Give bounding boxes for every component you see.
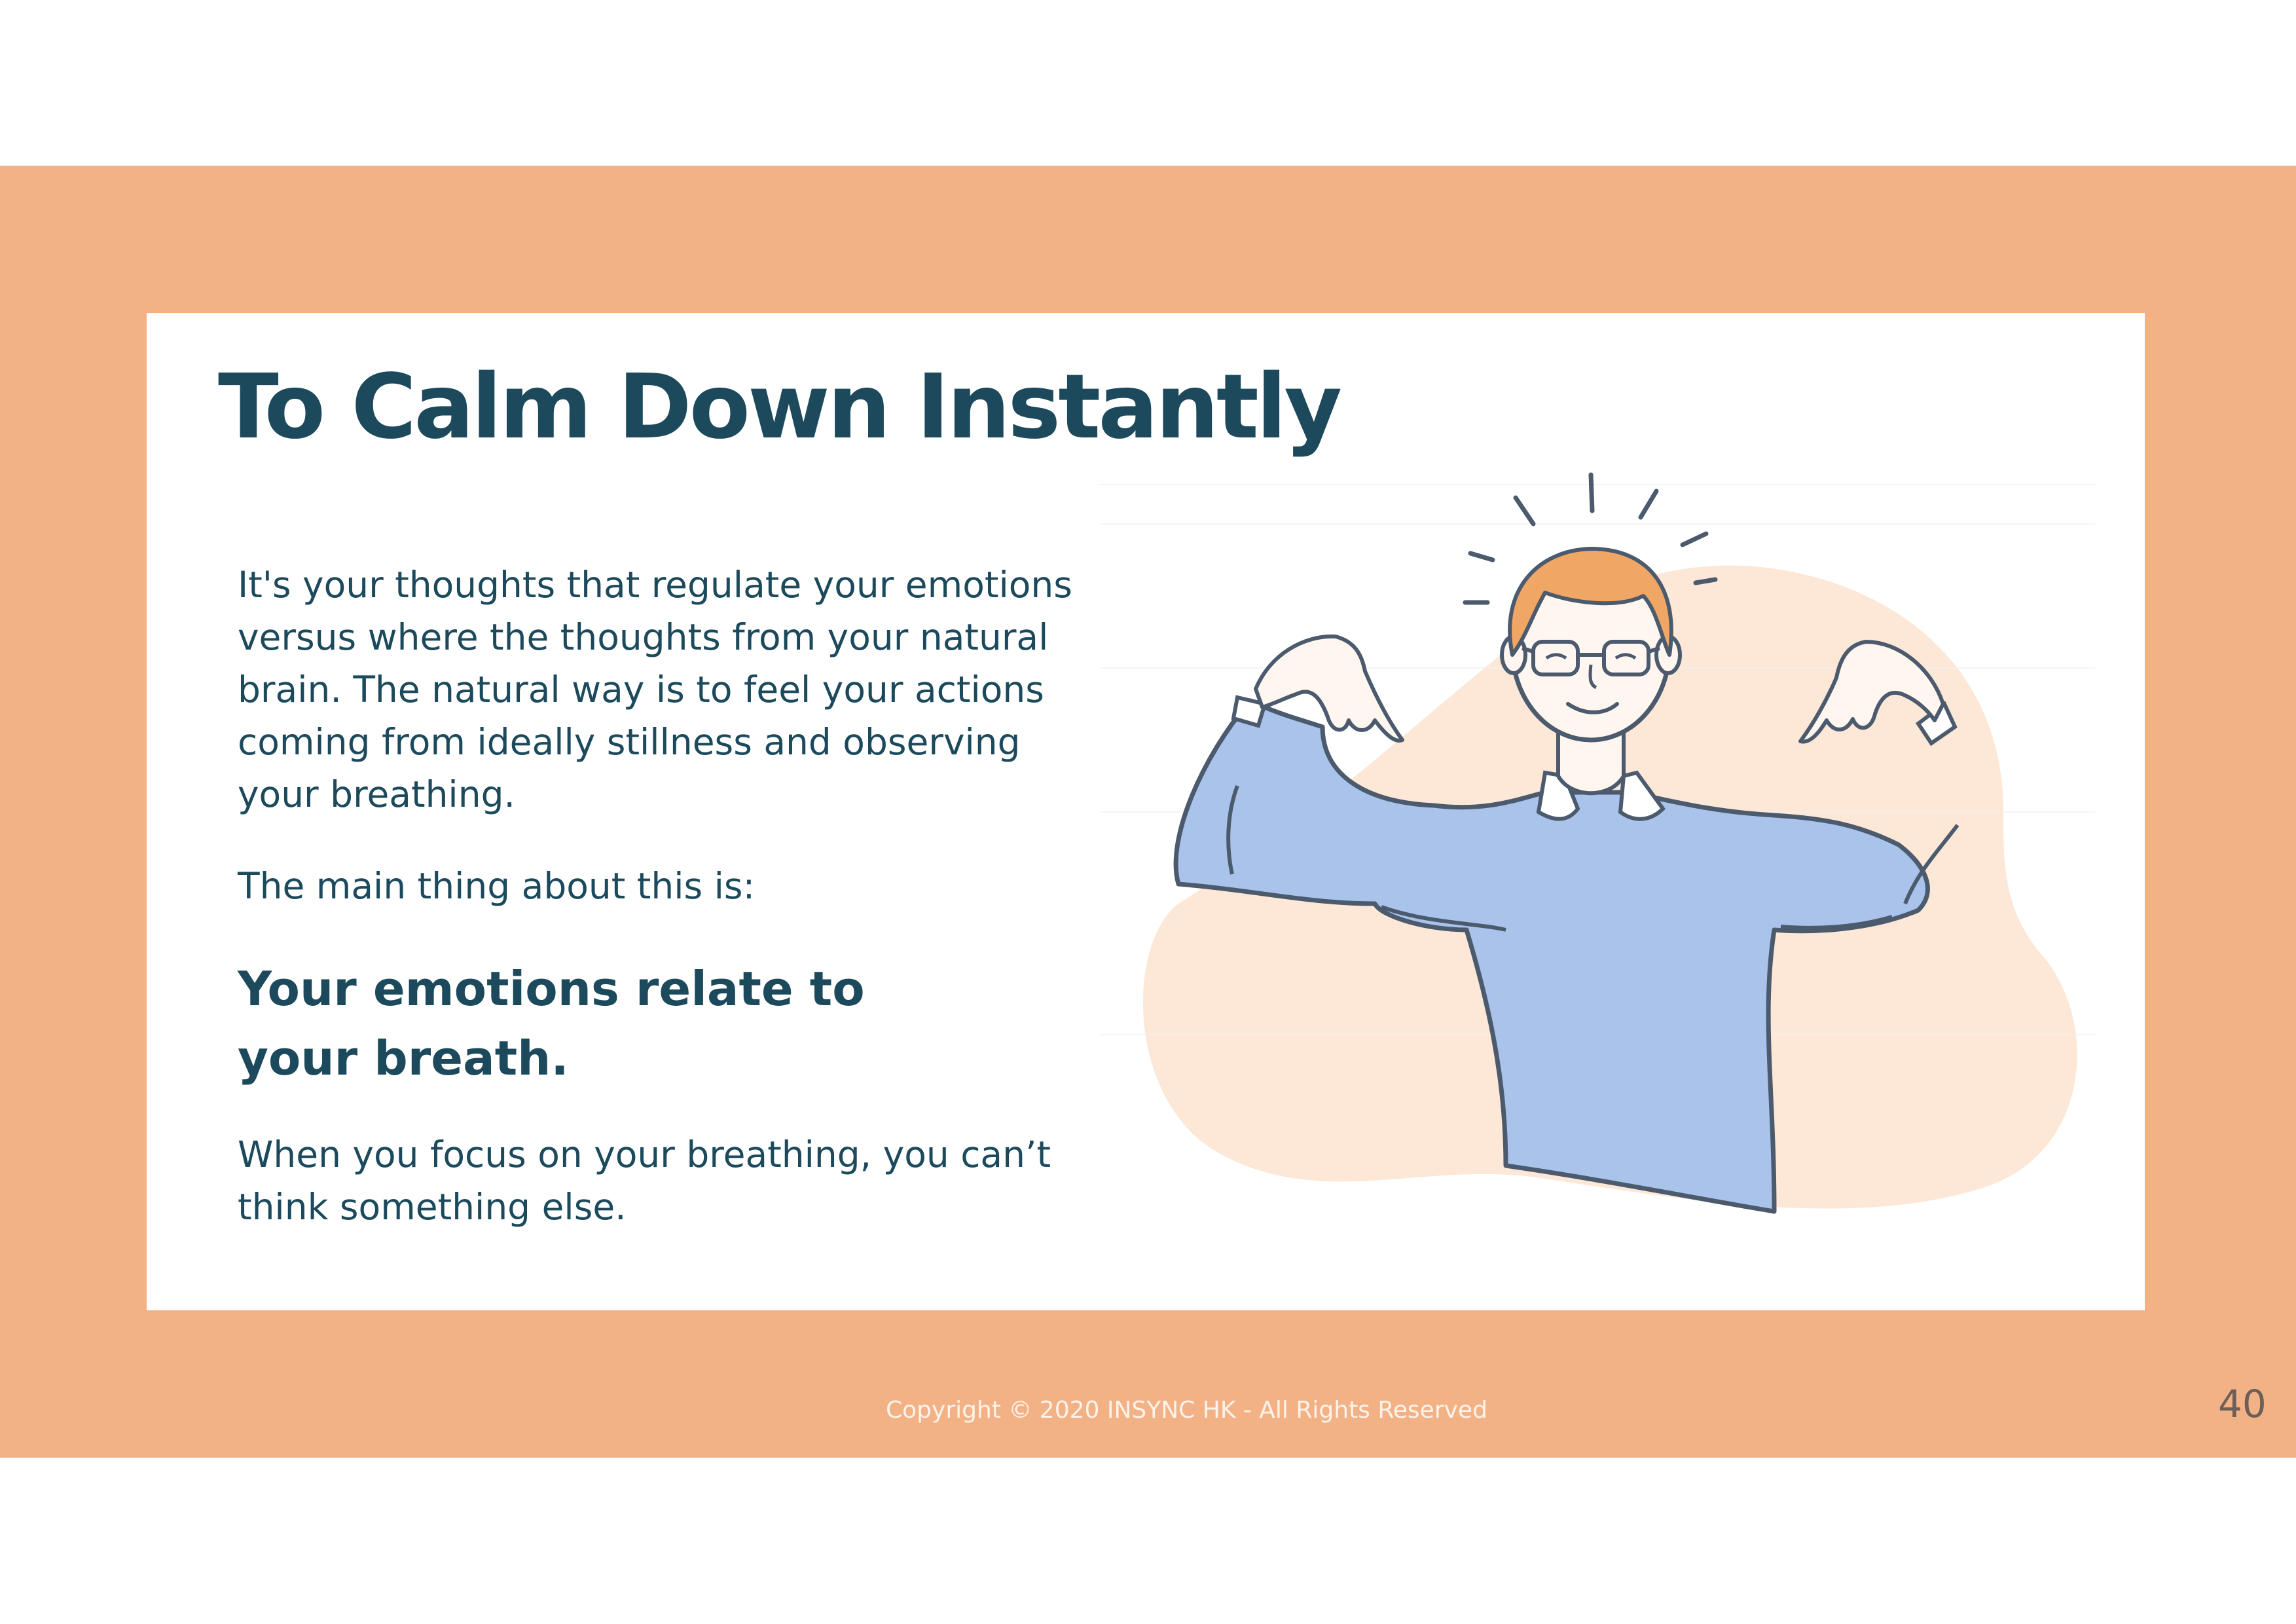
page-number: 40 (2218, 1382, 2267, 1426)
paragraph-thoughts: It's your thoughts that regulate your em… (238, 564, 1072, 815)
paragraph-main-thing: The main thing about this is: (238, 865, 756, 907)
paragraph-focus-breathing: When you focus on your breathing, you ca… (238, 1134, 1051, 1228)
emphasis-statement: Your emotions relate to your breath. (238, 961, 865, 1086)
man-pointing-illustration (1100, 472, 2095, 1214)
slide-title: To Calm Down Instantly (218, 356, 1342, 459)
copyright-footer: Copyright © 2020 INSYNC HK - All Rights … (886, 1397, 1487, 1424)
